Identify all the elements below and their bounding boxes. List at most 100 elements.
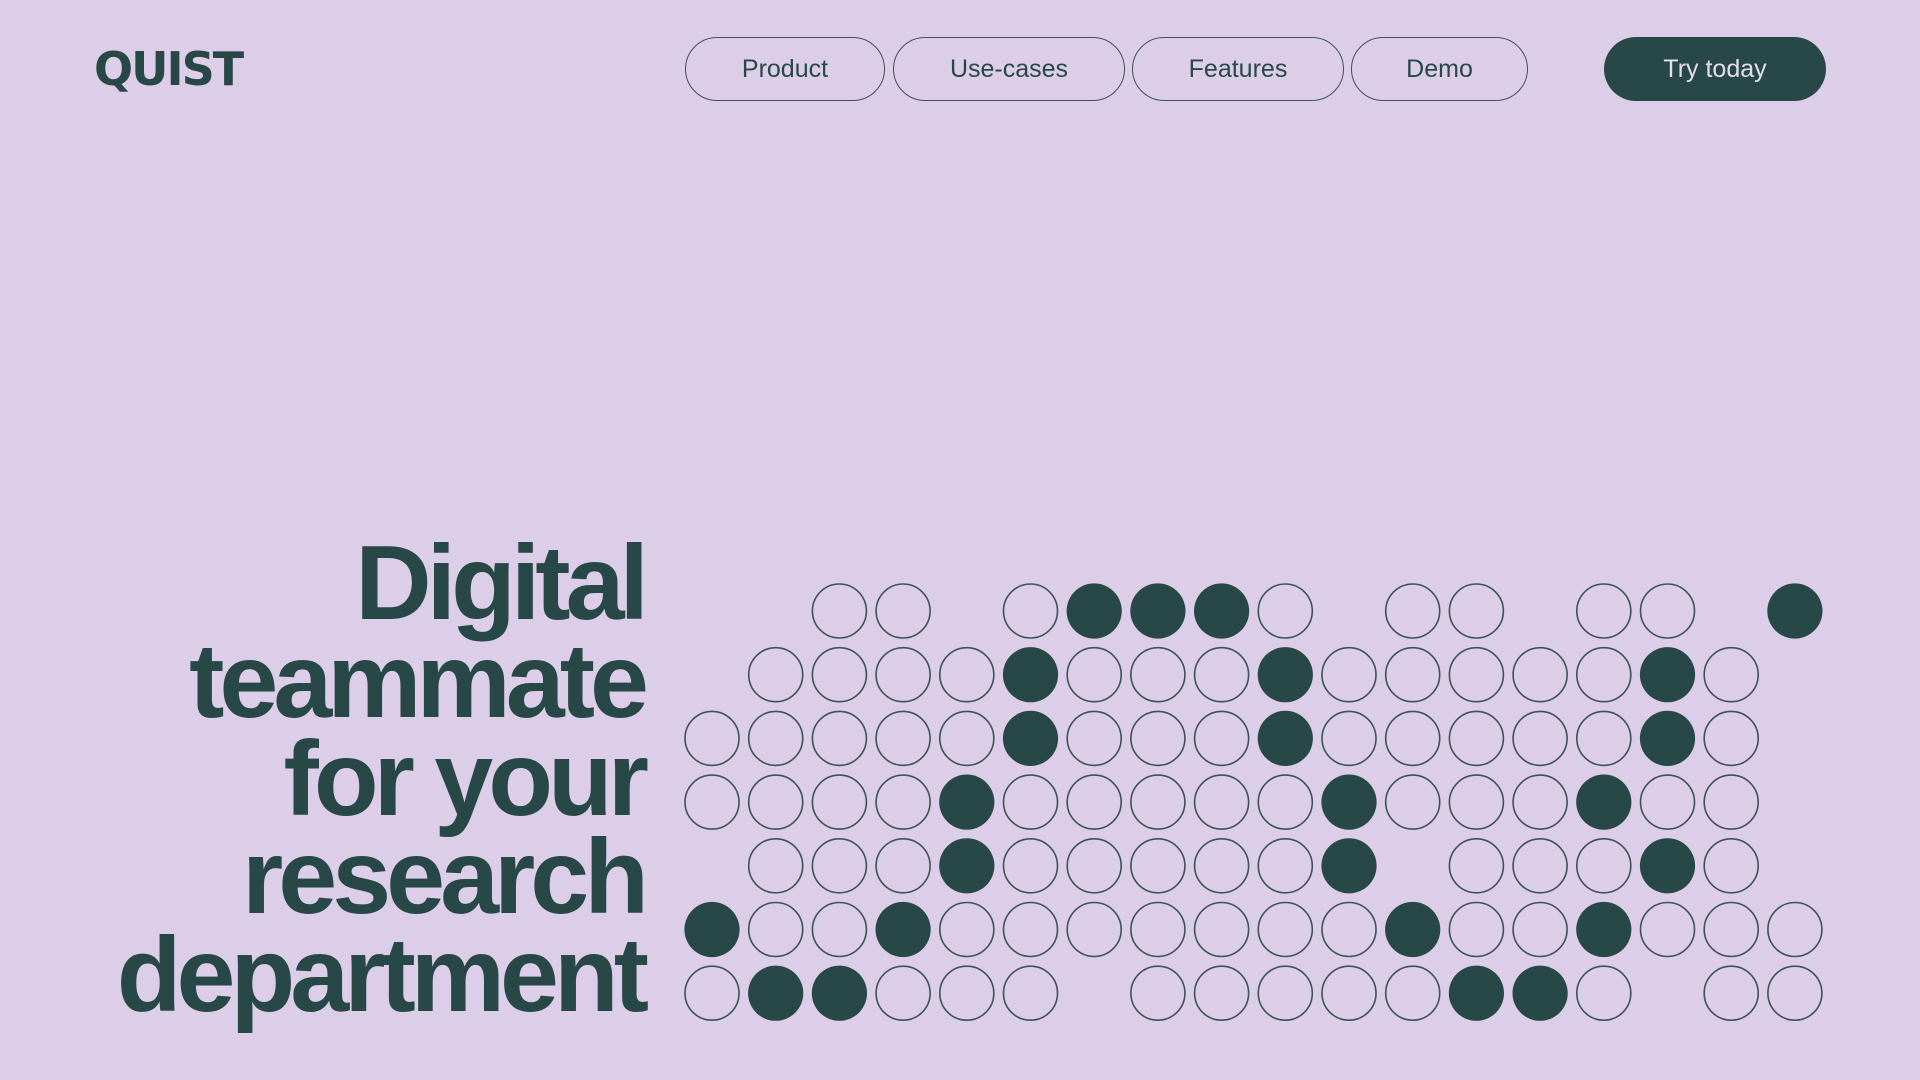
outline-dot (1002, 837, 1059, 894)
outline-dot (747, 837, 804, 894)
headline-line: for your (283, 720, 649, 838)
outline-dot (1576, 710, 1632, 767)
outline-dot (1193, 710, 1250, 767)
outline-dot (747, 710, 804, 767)
outline-dot (875, 646, 931, 703)
outline-dot (1576, 965, 1632, 1022)
outline-dot (811, 646, 868, 703)
filled-dot (1321, 838, 1377, 894)
outline-dot (1639, 774, 1696, 830)
filled-dot (1257, 647, 1313, 703)
outline-dot (684, 965, 740, 1022)
outline-dot (1512, 646, 1568, 703)
filled-dot (748, 965, 804, 1021)
filled-dot (939, 838, 995, 894)
outline-dot (1703, 901, 1759, 958)
outline-dot (1576, 646, 1632, 703)
nav-product-button[interactable]: Product (685, 37, 885, 101)
filled-dot (1767, 583, 1823, 639)
outline-dot (1130, 646, 1186, 703)
outline-dot (1448, 774, 1505, 830)
filled-dot (1448, 965, 1504, 1021)
outline-dot (1257, 583, 1314, 639)
filled-dot (1130, 583, 1186, 639)
outline-dot (875, 583, 931, 639)
outline-dot (1130, 901, 1186, 958)
outline-dot (1448, 583, 1505, 639)
outline-dot (1130, 965, 1186, 1022)
outline-dot (1321, 965, 1377, 1022)
outline-dot (938, 965, 995, 1022)
outline-dot (938, 646, 995, 703)
filled-dot (1639, 710, 1696, 767)
filled-dot (1576, 901, 1632, 958)
filled-dot (684, 901, 740, 958)
outline-dot (811, 710, 868, 767)
filled-dot (1639, 647, 1696, 703)
outline-dot (1321, 646, 1377, 703)
outline-dot (1130, 774, 1186, 830)
outline-dot (811, 774, 868, 830)
filled-dot (811, 965, 868, 1021)
outline-dot (1002, 901, 1059, 958)
outline-dot (875, 837, 931, 894)
outline-dot (1703, 646, 1759, 703)
filled-dot (1321, 774, 1377, 830)
outline-dot (875, 965, 931, 1022)
outline-dot (1448, 646, 1505, 703)
outline-dot (1576, 837, 1632, 894)
outline-dot (1703, 965, 1759, 1022)
nav-demo-button[interactable]: Demo (1351, 37, 1528, 101)
headline-line: Digital (355, 524, 649, 642)
nav-features-button[interactable]: Features (1132, 37, 1344, 101)
outline-dot (1384, 646, 1441, 703)
outline-dot (1703, 837, 1759, 894)
outline-dot (1257, 837, 1314, 894)
filled-dot (1002, 710, 1059, 767)
outline-dot (747, 646, 804, 703)
outline-dot (1257, 901, 1314, 958)
outline-dot (684, 710, 740, 767)
nav-use-cases-button[interactable]: Use-cases (893, 37, 1125, 101)
headline-line: department (116, 916, 649, 1034)
outline-dot (1002, 965, 1059, 1022)
quist-logo[interactable]: QUIST (94, 40, 244, 98)
outline-dot (938, 710, 995, 767)
filled-dot (1576, 774, 1632, 830)
outline-dot (1512, 837, 1568, 894)
outline-dot (1002, 583, 1059, 639)
outline-dot (1066, 901, 1122, 958)
filled-dot (1257, 710, 1313, 767)
outline-dot (1066, 837, 1122, 894)
outline-dot (938, 901, 995, 958)
outline-dot (747, 901, 804, 958)
outline-dot (1193, 901, 1250, 958)
outline-dot (747, 774, 804, 830)
outline-dot (1576, 583, 1632, 639)
outline-dot (1703, 774, 1759, 830)
outline-dot (1384, 774, 1441, 830)
outline-dot (1257, 965, 1314, 1022)
outline-dot (1767, 901, 1823, 958)
outline-dot (1066, 710, 1122, 767)
outline-dot (811, 837, 868, 894)
outline-dot (1130, 837, 1186, 894)
outline-dot (1448, 710, 1505, 767)
outline-dot (1321, 901, 1377, 958)
outline-dot (1002, 774, 1059, 830)
filled-dot (1066, 583, 1122, 639)
outline-dot (1384, 965, 1441, 1022)
outline-dot (875, 710, 931, 767)
outline-dot (1321, 710, 1377, 767)
filled-dot (1194, 583, 1250, 639)
outline-dot (1257, 774, 1314, 830)
try-today-button[interactable]: Try today (1604, 37, 1826, 101)
outline-dot (1703, 710, 1759, 767)
outline-dot (1512, 710, 1568, 767)
outline-dot (1066, 646, 1122, 703)
outline-dot (811, 901, 868, 958)
outline-dot (1512, 901, 1568, 958)
outline-dot (1130, 710, 1186, 767)
outline-dot (1384, 710, 1441, 767)
outline-dot (875, 774, 931, 830)
